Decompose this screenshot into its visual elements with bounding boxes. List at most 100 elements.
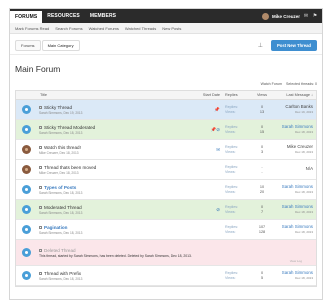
watched-forums-link[interactable]: Watched Forums [86, 26, 122, 31]
avatar[interactable] [22, 248, 31, 257]
deleted-note: This thread, started by Sarah Simmons, h… [39, 253, 192, 258]
views-count: 7 [260, 209, 264, 214]
mark-forums-read-link[interactable]: Mark Forums Read [12, 26, 52, 31]
views-count: 20 [259, 189, 265, 194]
thread-title[interactable]: Watch this thread! [44, 145, 81, 150]
watched-icon: ✉ [216, 146, 220, 152]
col-title[interactable]: Title [38, 93, 200, 97]
checkbox-icon[interactable] [39, 205, 42, 209]
views-label: Views: [225, 129, 236, 134]
table-row[interactable]: Sticky Thread Moderated Sarah Simmons, D… [16, 120, 316, 140]
avatar[interactable] [22, 145, 31, 154]
forum-subnav: Mark Forums Read Search Forums Watched F… [10, 23, 322, 34]
table-row[interactable]: Sticky Thread Sarah Simmons, Dec 19, 201… [16, 100, 316, 120]
table-row[interactable]: Thread thats been moved Mike Creuzer, De… [16, 160, 316, 180]
table-row[interactable]: Types of Posts Sarah Simmons, Dec 18, 20… [16, 180, 316, 200]
thread-starter: Sarah Simmons, Dec 18, 2013 [39, 230, 83, 235]
last-post-date[interactable]: Dec 18, 2013 [272, 190, 313, 195]
last-post-date[interactable]: Dec 18, 2013 [272, 230, 313, 235]
checkbox-icon[interactable] [39, 185, 42, 189]
selected-threads-link[interactable]: Selected threads: 0 [286, 82, 317, 86]
table-row[interactable]: Deleted Thread This thread, started by S… [16, 240, 316, 266]
watch-forum-link[interactable]: Watch Forum [261, 82, 282, 86]
table-row[interactable]: Pagination Sarah Simmons, Dec 18, 2013 R… [16, 220, 316, 240]
checkbox-icon[interactable] [39, 271, 42, 275]
views-count: 5 [260, 275, 264, 280]
search-forums-link[interactable]: Search Forums [52, 26, 85, 31]
avatar[interactable] [22, 105, 31, 114]
col-start-date[interactable]: Start Date [200, 93, 222, 97]
user-box: Mike Creuzer ✉ ⚑ [261, 12, 322, 20]
last-post-date[interactable]: Dec 18, 2013 [272, 130, 313, 135]
table-row[interactable]: Watch this thread! Mike Creuzer, Dec 18,… [16, 140, 316, 160]
last-post-date[interactable]: Dec 19, 2013 [272, 110, 313, 115]
table-row[interactable]: Moderated Thread Sarah Simmons, Dec 18, … [16, 200, 316, 220]
col-last-message[interactable]: Last Message ↓ [272, 93, 316, 97]
last-post-date[interactable]: Dec 18, 2013 [272, 276, 313, 281]
tab-forums[interactable]: FORUMS [10, 9, 43, 23]
thread-title[interactable]: Types of Posts [44, 185, 76, 190]
thread-title[interactable]: Pagination [44, 225, 67, 230]
checkbox-icon[interactable] [39, 225, 42, 229]
thread-starter: Mike Creuzer, Dec 18, 2013 [39, 150, 79, 155]
avatar[interactable] [22, 205, 31, 214]
inbox-icon[interactable]: ✉ [303, 13, 309, 19]
sticky-pin-icon: 📌 [214, 106, 220, 112]
last-post-date[interactable]: Dec 18, 2013 [272, 210, 313, 215]
page: FORUMS RESOURCES MEMBERS Mike Creuzer ✉ … [0, 0, 335, 300]
avatar[interactable] [22, 125, 31, 134]
moderated-icon: ⊘ [216, 126, 220, 132]
view-log-link[interactable]: View Log [290, 259, 302, 263]
views-label: Views: [225, 149, 236, 154]
thread-starter: Sarah Simmons, Dec 18, 2013 [39, 210, 83, 215]
views-label: Views: [225, 275, 236, 280]
thread-starter: Sarah Simmons, Dec 18, 2013 [39, 130, 83, 135]
alerts-icon[interactable]: ⚑ [312, 13, 318, 19]
breadcrumb-forums[interactable]: Forums [15, 40, 41, 51]
thread-starter: Sarah Simmons, Dec 18, 2013 [39, 276, 83, 281]
checkbox-icon[interactable] [39, 125, 42, 129]
avatar[interactable] [22, 165, 31, 174]
thread-title[interactable]: Sticky Thread Moderated [44, 125, 95, 130]
thread-title[interactable]: Thread thats been moved [44, 165, 96, 170]
forum-tools: Watch Forum Selected threads: 0 [10, 79, 322, 88]
watched-threads-link[interactable]: Watched Threads [122, 26, 159, 31]
sitemap-icon[interactable]: ⊥ [258, 42, 263, 49]
col-views[interactable]: Views [252, 93, 272, 97]
checkbox-icon[interactable] [39, 145, 42, 149]
views-label: Views: [225, 169, 236, 174]
views-label: Views: [225, 229, 236, 234]
thread-title[interactable]: Thread with Prefix [44, 271, 81, 276]
views-label: Views: [225, 209, 236, 214]
top-navigation-bar: FORUMS RESOURCES MEMBERS Mike Creuzer ✉ … [10, 9, 322, 23]
tab-members[interactable]: MEMBERS [85, 9, 121, 23]
col-replies[interactable]: Replies [222, 93, 252, 97]
checkbox-icon[interactable] [39, 165, 42, 169]
thread-starter: Sarah Simmons, Dec 19, 2013 [39, 110, 83, 115]
thread-title[interactable]: Moderated Thread [44, 205, 82, 210]
views-count: 13 [259, 109, 265, 114]
avatar[interactable] [261, 12, 269, 20]
moderated-icon: ⊘ [216, 206, 220, 212]
last-post-date[interactable]: Dec 18, 2013 [272, 150, 313, 155]
thread-title[interactable]: Deleted Thread [44, 248, 76, 253]
avatar[interactable] [22, 225, 31, 234]
views-label: Views: [225, 109, 236, 114]
breadcrumb: Forums Main Category ⊥ Post New Thread [10, 37, 322, 55]
views-count: 15 [259, 129, 265, 134]
views-count: 3 [260, 149, 264, 154]
username[interactable]: Mike Creuzer [272, 14, 300, 19]
sticky-pin-icon: 📌⊘ [210, 126, 220, 132]
checkbox-icon[interactable] [39, 105, 42, 109]
tab-resources[interactable]: RESOURCES [42, 9, 85, 23]
new-posts-link[interactable]: New Posts [159, 26, 184, 31]
avatar[interactable] [22, 185, 31, 194]
post-new-thread-button[interactable]: Post New Thread [271, 40, 317, 51]
breadcrumb-main-category[interactable]: Main Category [41, 40, 80, 51]
thread-starter: Mike Creuzer, Dec 18, 2013 [39, 170, 79, 175]
checkbox-icon[interactable] [39, 248, 42, 252]
thread-title[interactable]: Sticky Thread [44, 105, 72, 110]
table-row[interactable]: Thread with Prefix Sarah Simmons, Dec 18… [16, 266, 316, 286]
avatar[interactable] [22, 271, 31, 280]
thread-starter: Sarah Simmons, Dec 18, 2013 [39, 190, 83, 195]
